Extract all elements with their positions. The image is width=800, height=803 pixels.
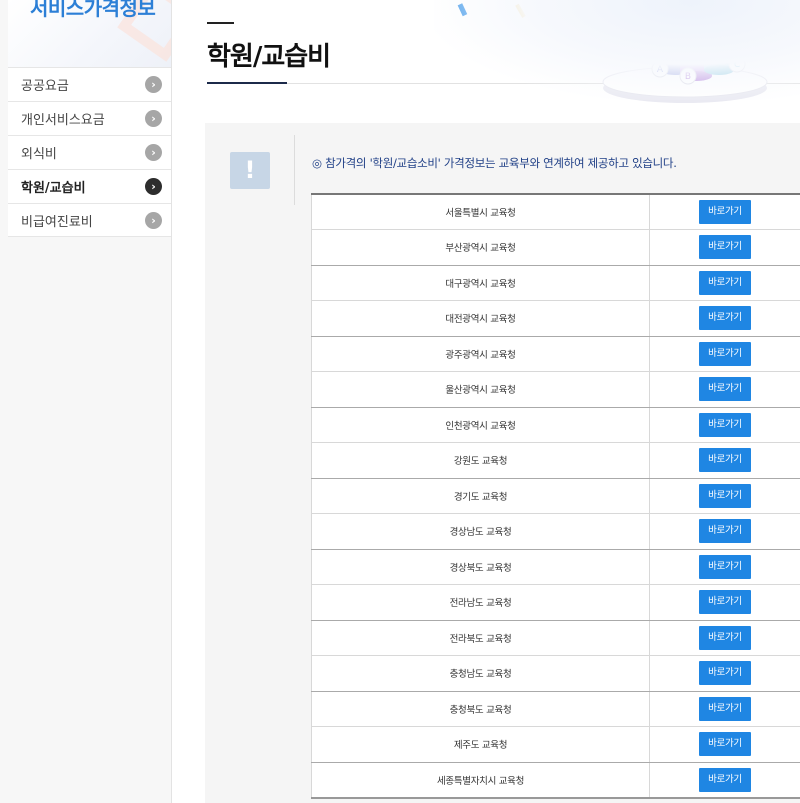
table-row: 인천광역시 교육청 바로가기 (311, 407, 800, 443)
table-row: 세종특별자치시 교육청 바로가기 (311, 762, 800, 799)
sidebar-item-label: 비급여진료비 (21, 214, 93, 230)
office-name: 세종특별자치시 교육청 (311, 762, 650, 799)
table-row: 울산광역시 교육청 바로가기 (311, 371, 800, 408)
title-dash (207, 22, 234, 24)
page-header: 학원/교습비 (172, 0, 800, 110)
go-button[interactable]: 바로가기 (699, 412, 751, 437)
sidebar-item[interactable]: 비급여진료비 › (8, 203, 171, 237)
office-name: 전라남도 교육청 (311, 584, 650, 621)
sidebar-title: 서비스가격정보 (30, 0, 156, 20)
table-row: 광주광역시 교육청 바로가기 (311, 336, 800, 372)
sidebar-item-label: 공공요금 (21, 79, 69, 94)
title-underline (207, 82, 287, 84)
go-button[interactable]: 바로가기 (699, 732, 751, 757)
table-row: 경기도 교육청 바로가기 (311, 478, 800, 514)
table-row: 충청북도 교육청 바로가기 (311, 691, 800, 727)
office-name: 제주도 교육청 (311, 726, 650, 763)
action-cell: 바로가기 (649, 549, 800, 585)
office-name: 강원도 교육청 (311, 442, 650, 479)
go-button[interactable]: 바로가기 (699, 306, 751, 331)
go-button[interactable]: 바로가기 (699, 661, 751, 686)
exclamation-icon: ! (230, 152, 270, 189)
table-row: 경상북도 교육청 바로가기 (311, 549, 800, 585)
chevron-right-icon: › (145, 110, 162, 127)
chevron-right-icon: › (145, 178, 162, 195)
table-row: 부산광역시 교육청 바로가기 (311, 229, 800, 266)
sidebar-item-label: 외식비 (21, 147, 57, 162)
action-cell: 바로가기 (649, 371, 800, 408)
action-cell: 바로가기 (649, 513, 800, 550)
header-illustration: A B C (434, 0, 800, 108)
go-button[interactable]: 바로가기 (699, 200, 751, 224)
office-name: 충청남도 교육청 (311, 655, 650, 692)
office-name: 충청북도 교육청 (311, 691, 650, 727)
sidebar-item[interactable]: 학원/교습비 › (8, 169, 171, 203)
chevron-right-icon: › (145, 211, 162, 229)
table-row: 강원도 교육청 바로가기 (311, 442, 800, 479)
sidebar-item-label: 학원/교습비 (21, 181, 86, 196)
go-button[interactable]: 바로가기 (699, 235, 751, 260)
sidebar-menu: 공공요금 › 개인서비스요금 › 외식비 › 학원/교습비 › 비급여진료비 › (8, 67, 171, 237)
action-cell: 바로가기 (649, 691, 800, 727)
action-cell: 바로가기 (649, 300, 800, 337)
table-row: 전라남도 교육청 바로가기 (311, 584, 800, 621)
table-row: 충청남도 교육청 바로가기 (311, 655, 800, 692)
education-office-table: 서울특별시 교육청 바로가기 부산광역시 교육청 바로가기 대구광역시 교육청 바로가기 대… (311, 193, 800, 799)
go-button[interactable]: 바로가기 (699, 377, 751, 402)
go-button[interactable]: 바로가기 (699, 625, 751, 650)
go-button[interactable]: 바로가기 (699, 483, 751, 508)
content-panel: ! ◎ 참가격의 '학원/교습소비' 가격정보는 교육부와 연계하여 제공하고 … (205, 123, 800, 803)
sidebar-header: 서비스가격정보 (8, 0, 171, 67)
action-cell: 바로가기 (649, 655, 800, 692)
office-name: 경상남도 교육청 (311, 513, 650, 550)
office-name: 대구광역시 교육청 (311, 265, 650, 301)
sidebar-item[interactable]: 외식비 › (8, 135, 171, 169)
go-button[interactable]: 바로가기 (699, 590, 751, 615)
action-cell: 바로가기 (649, 762, 800, 799)
chevron-right-icon: › (145, 144, 162, 161)
go-button[interactable]: 바로가기 (699, 448, 751, 473)
office-name: 광주광역시 교육청 (311, 336, 650, 372)
go-button[interactable]: 바로가기 (699, 270, 751, 295)
office-name: 서울특별시 교육청 (311, 194, 650, 230)
office-name: 대전광역시 교육청 (311, 300, 650, 337)
go-button[interactable]: 바로가기 (699, 519, 751, 544)
table-row: 경상남도 교육청 바로가기 (311, 513, 800, 550)
office-name: 울산광역시 교육청 (311, 371, 650, 408)
go-button[interactable]: 바로가기 (699, 554, 751, 579)
go-button[interactable]: 바로가기 (699, 341, 751, 366)
action-cell: 바로가기 (649, 407, 800, 443)
action-cell: 바로가기 (649, 442, 800, 479)
office-name: 부산광역시 교육청 (311, 229, 650, 266)
table-row: 대전광역시 교육청 바로가기 (311, 300, 800, 337)
table-row: 서울특별시 교육청 바로가기 (311, 194, 800, 230)
action-cell: 바로가기 (649, 584, 800, 621)
action-cell: 바로가기 (649, 194, 800, 230)
notice-divider (294, 135, 295, 205)
office-name: 인천광역시 교육청 (311, 407, 650, 443)
table-row: 대구광역시 교육청 바로가기 (311, 265, 800, 301)
action-cell: 바로가기 (649, 336, 800, 372)
chevron-right-icon: › (145, 76, 162, 93)
action-cell: 바로가기 (649, 726, 800, 763)
sidebar-item[interactable]: 개인서비스요금 › (8, 101, 171, 135)
table-row: 제주도 교육청 바로가기 (311, 726, 800, 763)
sidebar-item[interactable]: 공공요금 › (8, 67, 171, 101)
notice-text: ◎ 참가격의 '학원/교습소비' 가격정보는 교육부와 연계하여 제공하고 있습… (312, 156, 677, 170)
go-button[interactable]: 바로가기 (699, 696, 751, 721)
page-title: 학원/교습비 (207, 42, 331, 72)
action-cell: 바로가기 (649, 265, 800, 301)
action-cell: 바로가기 (649, 229, 800, 266)
office-name: 경기도 교육청 (311, 478, 650, 514)
sidebar: 서비스가격정보 공공요금 › 개인서비스요금 › 외식비 › 학원/교습비 › 비급여진료비 › (0, 0, 172, 803)
office-name: 전라북도 교육청 (311, 620, 650, 656)
go-button[interactable]: 바로가기 (699, 767, 751, 792)
sidebar-item-label: 개인서비스요금 (21, 113, 105, 128)
action-cell: 바로가기 (649, 478, 800, 514)
action-cell: 바로가기 (649, 620, 800, 656)
table-row: 전라북도 교육청 바로가기 (311, 620, 800, 656)
office-name: 경상북도 교육청 (311, 549, 650, 585)
